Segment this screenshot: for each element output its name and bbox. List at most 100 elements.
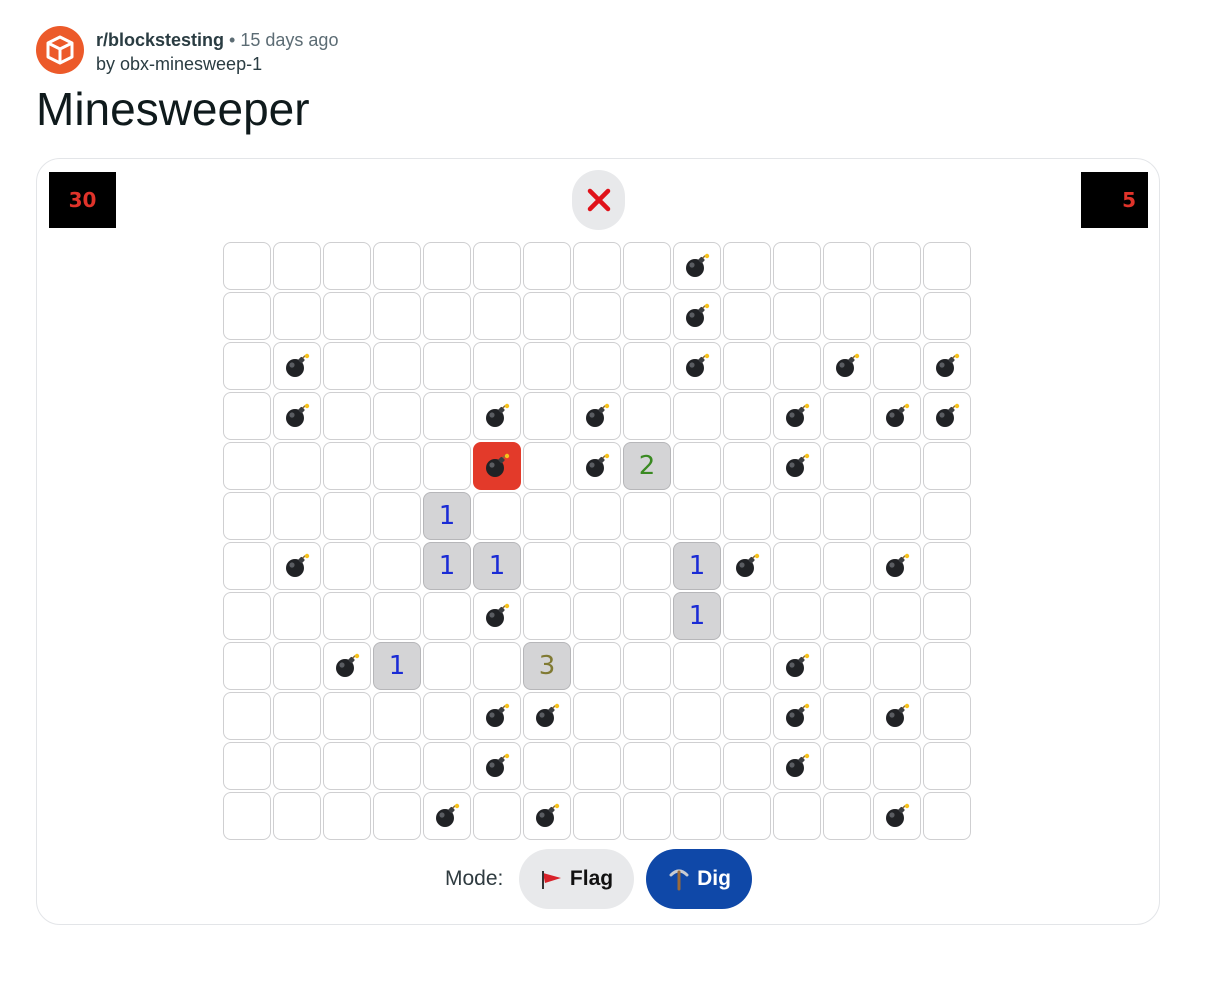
reset-button[interactable] bbox=[572, 170, 625, 230]
hidden-cell[interactable] bbox=[573, 692, 621, 740]
hidden-cell[interactable] bbox=[373, 592, 421, 640]
hidden-cell[interactable] bbox=[823, 792, 871, 840]
hidden-cell[interactable] bbox=[723, 342, 771, 390]
dig-mode-button[interactable]: Dig bbox=[646, 849, 752, 909]
hidden-cell[interactable] bbox=[223, 342, 271, 390]
hidden-cell[interactable] bbox=[523, 492, 571, 540]
hidden-cell[interactable] bbox=[373, 242, 421, 290]
hidden-cell[interactable] bbox=[823, 392, 871, 440]
hidden-cell[interactable] bbox=[823, 292, 871, 340]
hidden-cell[interactable] bbox=[623, 542, 671, 590]
number-cell[interactable]: 1 bbox=[673, 592, 721, 640]
hidden-cell[interactable] bbox=[823, 542, 871, 590]
hidden-cell[interactable] bbox=[873, 442, 921, 490]
hidden-cell[interactable] bbox=[673, 392, 721, 440]
hidden-cell[interactable] bbox=[573, 492, 621, 540]
hidden-cell[interactable] bbox=[223, 442, 271, 490]
hidden-cell[interactable] bbox=[623, 242, 671, 290]
hidden-cell[interactable] bbox=[623, 642, 671, 690]
hidden-cell[interactable] bbox=[823, 442, 871, 490]
hidden-cell[interactable] bbox=[573, 742, 621, 790]
hidden-cell[interactable] bbox=[323, 492, 371, 540]
hidden-cell[interactable] bbox=[573, 642, 621, 690]
hidden-cell[interactable] bbox=[573, 242, 621, 290]
hidden-cell[interactable] bbox=[523, 292, 571, 340]
hidden-cell[interactable] bbox=[523, 242, 571, 290]
hidden-cell[interactable] bbox=[323, 242, 371, 290]
mine-cell[interactable] bbox=[323, 642, 371, 690]
hidden-cell[interactable] bbox=[673, 792, 721, 840]
mine-cell[interactable] bbox=[473, 392, 521, 440]
number-cell[interactable]: 1 bbox=[423, 542, 471, 590]
hidden-cell[interactable] bbox=[373, 692, 421, 740]
hidden-cell[interactable] bbox=[773, 592, 821, 640]
mine-cell[interactable] bbox=[273, 542, 321, 590]
hidden-cell[interactable] bbox=[273, 592, 321, 640]
exploded-mine-cell[interactable] bbox=[473, 442, 521, 490]
hidden-cell[interactable] bbox=[623, 342, 671, 390]
hidden-cell[interactable] bbox=[623, 792, 671, 840]
hidden-cell[interactable] bbox=[523, 342, 571, 390]
hidden-cell[interactable] bbox=[723, 592, 771, 640]
hidden-cell[interactable] bbox=[873, 342, 921, 390]
hidden-cell[interactable] bbox=[323, 342, 371, 390]
hidden-cell[interactable] bbox=[223, 692, 271, 740]
hidden-cell[interactable] bbox=[373, 792, 421, 840]
hidden-cell[interactable] bbox=[723, 692, 771, 740]
hidden-cell[interactable] bbox=[573, 342, 621, 390]
hidden-cell[interactable] bbox=[623, 492, 671, 540]
hidden-cell[interactable] bbox=[623, 392, 671, 440]
hidden-cell[interactable] bbox=[373, 442, 421, 490]
hidden-cell[interactable] bbox=[473, 642, 521, 690]
hidden-cell[interactable] bbox=[873, 642, 921, 690]
hidden-cell[interactable] bbox=[273, 742, 321, 790]
hidden-cell[interactable] bbox=[623, 292, 671, 340]
hidden-cell[interactable] bbox=[223, 392, 271, 440]
hidden-cell[interactable] bbox=[423, 342, 471, 390]
hidden-cell[interactable] bbox=[823, 242, 871, 290]
mine-cell[interactable] bbox=[423, 792, 471, 840]
hidden-cell[interactable] bbox=[623, 742, 671, 790]
subreddit-avatar[interactable] bbox=[36, 26, 84, 74]
hidden-cell[interactable] bbox=[373, 742, 421, 790]
hidden-cell[interactable] bbox=[923, 242, 971, 290]
hidden-cell[interactable] bbox=[423, 242, 471, 290]
hidden-cell[interactable] bbox=[673, 742, 721, 790]
flag-mode-button[interactable]: Flag bbox=[519, 849, 634, 909]
hidden-cell[interactable] bbox=[573, 542, 621, 590]
hidden-cell[interactable] bbox=[823, 642, 871, 690]
hidden-cell[interactable] bbox=[923, 492, 971, 540]
mine-cell[interactable] bbox=[273, 392, 321, 440]
hidden-cell[interactable] bbox=[223, 742, 271, 790]
hidden-cell[interactable] bbox=[773, 342, 821, 390]
hidden-cell[interactable] bbox=[723, 642, 771, 690]
hidden-cell[interactable] bbox=[523, 442, 571, 490]
number-cell[interactable]: 1 bbox=[473, 542, 521, 590]
hidden-cell[interactable] bbox=[423, 292, 471, 340]
hidden-cell[interactable] bbox=[473, 242, 521, 290]
hidden-cell[interactable] bbox=[423, 692, 471, 740]
mine-cell[interactable] bbox=[923, 392, 971, 440]
hidden-cell[interactable] bbox=[423, 592, 471, 640]
mine-cell[interactable] bbox=[573, 392, 621, 440]
hidden-cell[interactable] bbox=[273, 642, 321, 690]
mine-cell[interactable] bbox=[773, 692, 821, 740]
hidden-cell[interactable] bbox=[723, 792, 771, 840]
post-author[interactable]: by obx-minesweep-1 bbox=[96, 52, 338, 76]
hidden-cell[interactable] bbox=[273, 492, 321, 540]
hidden-cell[interactable] bbox=[273, 292, 321, 340]
hidden-cell[interactable] bbox=[623, 592, 671, 640]
hidden-cell[interactable] bbox=[323, 442, 371, 490]
hidden-cell[interactable] bbox=[673, 492, 721, 540]
hidden-cell[interactable] bbox=[773, 542, 821, 590]
hidden-cell[interactable] bbox=[723, 742, 771, 790]
mine-cell[interactable] bbox=[773, 442, 821, 490]
hidden-cell[interactable] bbox=[923, 792, 971, 840]
hidden-cell[interactable] bbox=[723, 442, 771, 490]
hidden-cell[interactable] bbox=[373, 392, 421, 440]
mine-cell[interactable] bbox=[473, 742, 521, 790]
hidden-cell[interactable] bbox=[673, 442, 721, 490]
hidden-cell[interactable] bbox=[523, 542, 571, 590]
hidden-cell[interactable] bbox=[423, 642, 471, 690]
hidden-cell[interactable] bbox=[873, 742, 921, 790]
